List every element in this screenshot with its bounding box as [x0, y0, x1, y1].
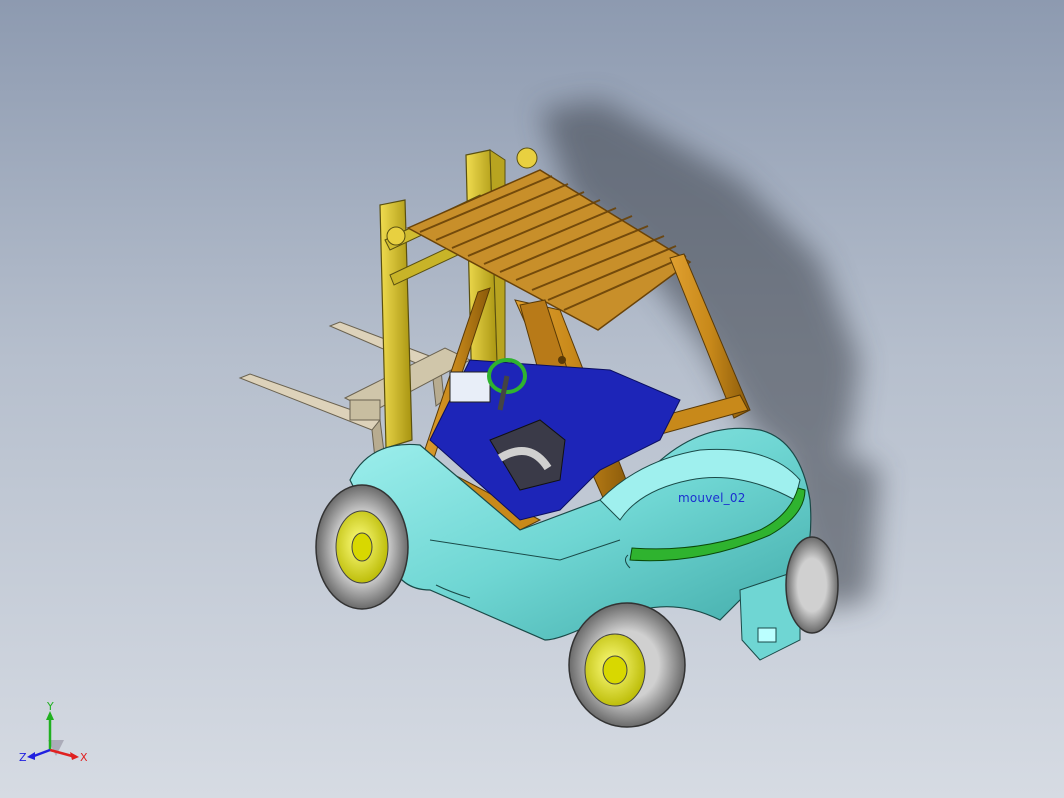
orientation-triad[interactable]: Y X Z — [18, 700, 90, 772]
x-axis-arrow-icon — [49, 748, 73, 758]
x-axis-label: X — [80, 751, 88, 764]
forklift-model[interactable] — [0, 0, 1064, 798]
part-annotation-label[interactable]: mouvel_02 — [678, 491, 746, 505]
rear-wheel-left[interactable] — [568, 602, 686, 728]
front-wheel[interactable] — [315, 484, 409, 610]
z-axis-label: Z — [19, 751, 27, 764]
y-axis-label: Y — [46, 700, 54, 713]
rear-wheel-right[interactable] — [785, 536, 839, 634]
3d-viewport[interactable]: mouvel_02 Y X Z — [0, 0, 1064, 798]
z-axis-arrow-icon — [33, 748, 51, 758]
